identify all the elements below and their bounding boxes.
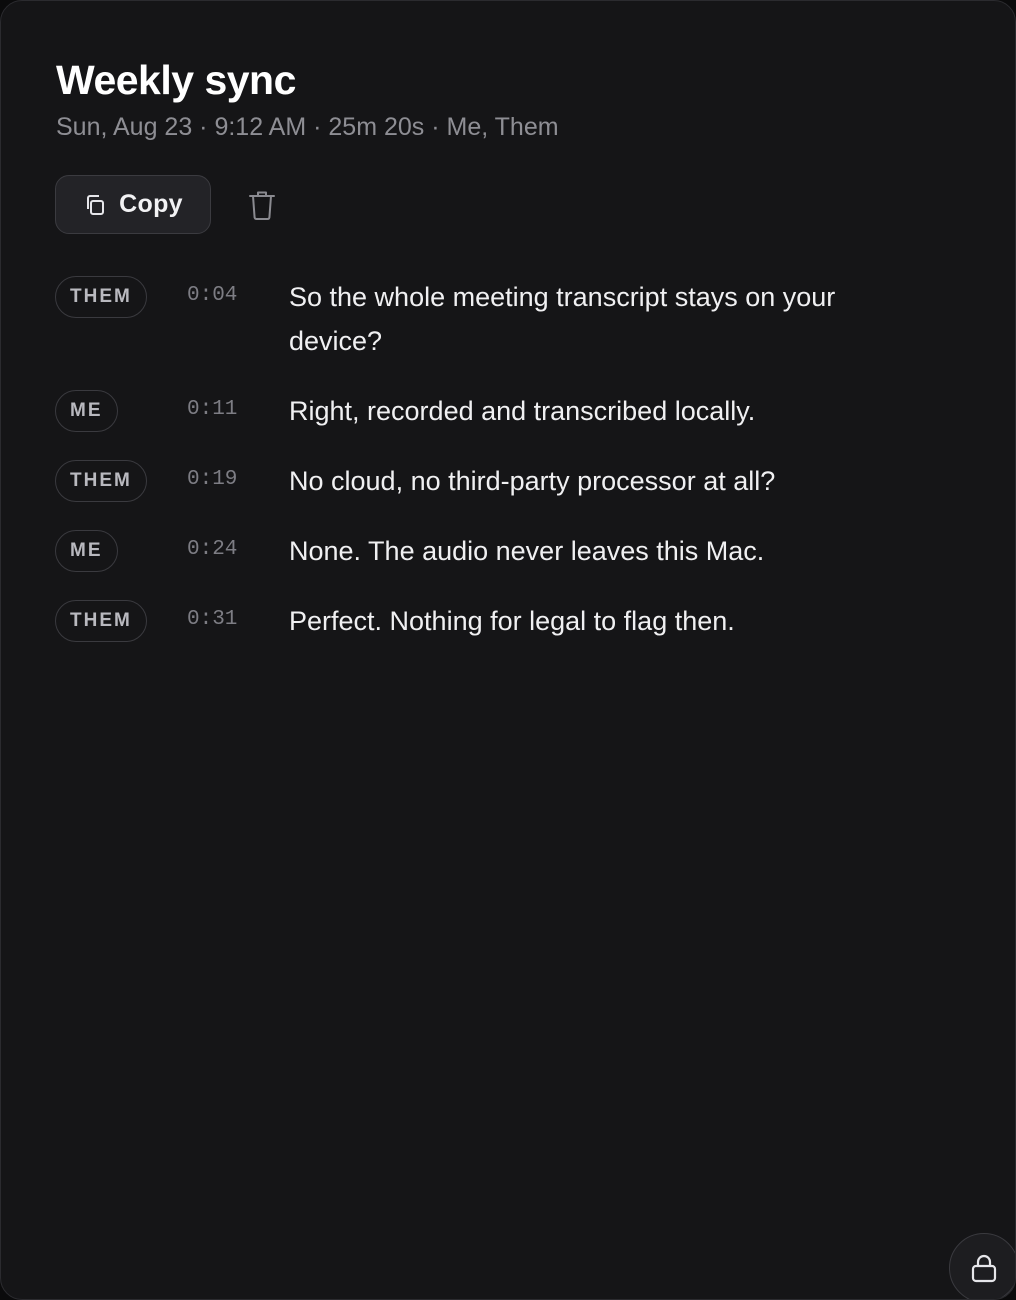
transcript-row: THEM 0:04 So the whole meeting transcrip… bbox=[55, 276, 935, 363]
transcript-row: ME 0:24 None. The audio never leaves thi… bbox=[55, 530, 935, 573]
transcript-text: None. The audio never leaves this Mac. bbox=[289, 536, 765, 566]
speaker-badge: ME bbox=[55, 390, 118, 432]
meeting-meta: Sun, Aug 23 · 9:12 AM · 25m 20s · Me, Th… bbox=[56, 113, 559, 141]
trash-icon bbox=[248, 189, 276, 221]
timestamp: 0:31 bbox=[187, 608, 238, 631]
toolbar: Copy bbox=[55, 175, 279, 234]
transcript-text: Perfect. Nothing for legal to flag then. bbox=[289, 606, 735, 636]
transcript-text: Right, recorded and transcribed locally. bbox=[289, 396, 756, 426]
lock-button[interactable] bbox=[949, 1233, 1015, 1299]
transcript-row: THEM 0:31 Perfect. Nothing for legal to … bbox=[55, 600, 935, 643]
page-title: Weekly sync bbox=[56, 57, 296, 103]
transcript-row: THEM 0:19 No cloud, no third-party proce… bbox=[55, 460, 935, 503]
copy-icon bbox=[83, 193, 107, 217]
timestamp: 0:04 bbox=[187, 284, 238, 307]
transcript-text: So the whole meeting transcript stays on… bbox=[289, 282, 836, 356]
transcript-text: No cloud, no third-party processor at al… bbox=[289, 466, 776, 496]
copy-button-label: Copy bbox=[119, 190, 183, 218]
speaker-badge: THEM bbox=[55, 276, 147, 318]
delete-button[interactable] bbox=[245, 188, 279, 222]
speaker-badge: ME bbox=[55, 530, 118, 572]
copy-button[interactable]: Copy bbox=[55, 175, 211, 234]
transcript-list: THEM 0:04 So the whole meeting transcrip… bbox=[55, 276, 935, 670]
transcript-window: Weekly sync Sun, Aug 23 · 9:12 AM · 25m … bbox=[0, 0, 1016, 1300]
timestamp: 0:24 bbox=[187, 538, 238, 561]
speaker-badge: THEM bbox=[55, 460, 147, 502]
timestamp: 0:11 bbox=[187, 398, 238, 421]
speaker-badge: THEM bbox=[55, 600, 147, 642]
timestamp: 0:19 bbox=[187, 468, 238, 491]
transcript-row: ME 0:11 Right, recorded and transcribed … bbox=[55, 390, 935, 433]
lock-icon bbox=[970, 1253, 998, 1283]
